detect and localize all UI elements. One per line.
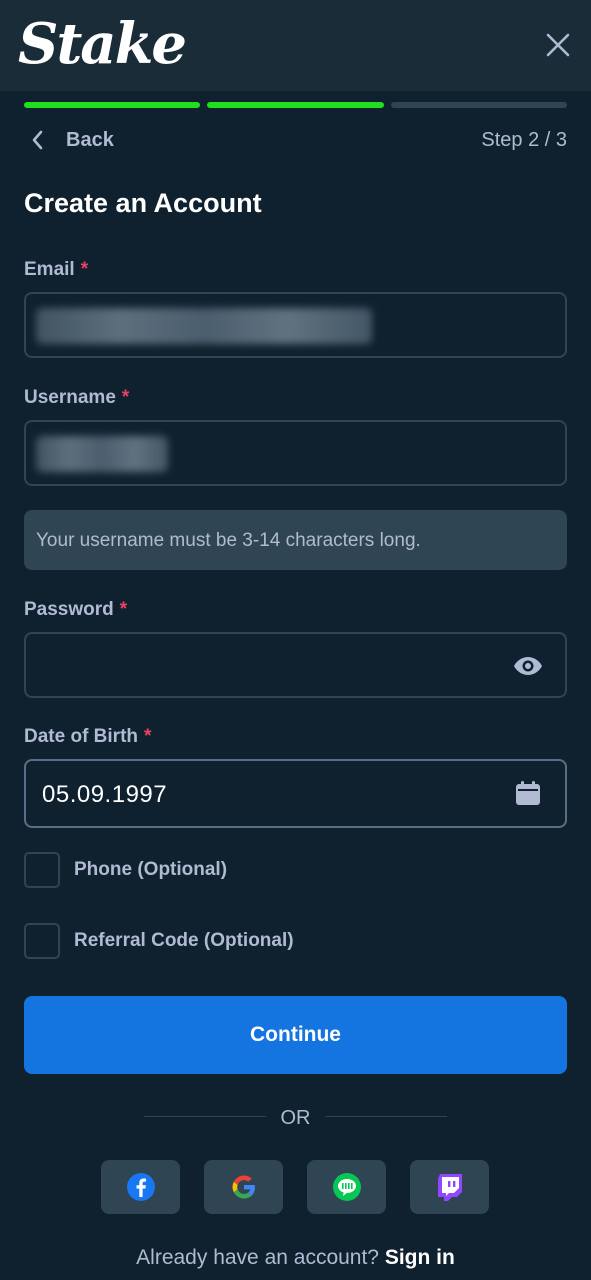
required-mark: * bbox=[121, 387, 130, 408]
progress-segment-3 bbox=[390, 102, 567, 108]
required-mark: * bbox=[144, 726, 152, 747]
phone-optional-checkbox[interactable]: Phone (Optional) bbox=[24, 852, 227, 888]
checkbox[interactable] bbox=[24, 852, 60, 888]
username-field[interactable] bbox=[24, 420, 567, 486]
line-icon bbox=[332, 1173, 361, 1201]
redacted-username-value bbox=[36, 436, 168, 472]
twitch-login-button[interactable] bbox=[410, 1160, 489, 1214]
required-mark: * bbox=[119, 599, 128, 620]
stake-logo[interactable]: Stake bbox=[18, 6, 187, 82]
password-label: Password * bbox=[24, 598, 127, 622]
required-mark: * bbox=[80, 259, 89, 280]
progress-segment-1 bbox=[24, 102, 201, 108]
top-bar: Stake bbox=[0, 0, 591, 91]
username-label-text: Username bbox=[24, 387, 116, 408]
dob-label-text: Date of Birth bbox=[24, 726, 138, 747]
twitch-icon bbox=[437, 1174, 462, 1201]
sign-in-link[interactable]: Sign in bbox=[385, 1246, 455, 1269]
sign-in-question: Already have an account? bbox=[136, 1246, 379, 1269]
sign-in-prompt: Already have an account? Sign in bbox=[0, 1244, 591, 1272]
or-divider-text: OR bbox=[280, 1107, 311, 1129]
facebook-login-button[interactable] bbox=[101, 1160, 180, 1214]
email-field[interactable] bbox=[24, 292, 567, 358]
google-icon bbox=[232, 1175, 255, 1199]
phone-optional-label: Phone (Optional) bbox=[74, 859, 228, 880]
page-title: Create an Account bbox=[24, 188, 262, 218]
eye-icon[interactable] bbox=[510, 648, 546, 684]
email-label: Email * bbox=[24, 258, 88, 282]
progress-segment-2 bbox=[207, 102, 384, 108]
back-label: Back bbox=[66, 128, 114, 151]
google-login-button[interactable] bbox=[204, 1160, 283, 1214]
referral-code-checkbox[interactable]: Referral Code (Optional) bbox=[24, 923, 294, 959]
username-hint: Your username must be 3-14 characters lo… bbox=[24, 510, 567, 570]
close-icon[interactable] bbox=[538, 26, 578, 66]
chevron-left-icon bbox=[32, 130, 43, 150]
line-login-button[interactable] bbox=[307, 1160, 386, 1214]
password-field[interactable] bbox=[24, 632, 567, 698]
referral-code-label: Referral Code (Optional) bbox=[74, 930, 294, 951]
username-label: Username * bbox=[24, 386, 129, 410]
facebook-icon bbox=[126, 1173, 155, 1201]
email-label-text: Email bbox=[24, 259, 75, 280]
redacted-email-value bbox=[36, 308, 372, 344]
password-label-text: Password bbox=[24, 599, 114, 620]
date-of-birth-field[interactable]: 05.09.1997 bbox=[24, 759, 567, 828]
dob-label: Date of Birth * bbox=[24, 725, 151, 749]
step-indicator: Step 2 / 3 bbox=[481, 129, 567, 151]
dob-value: 05.09.1997 bbox=[42, 781, 168, 808]
continue-button[interactable]: Continue bbox=[24, 996, 567, 1074]
calendar-icon[interactable] bbox=[512, 777, 544, 809]
step-progress-bar bbox=[24, 102, 567, 108]
back-button[interactable]: Back bbox=[30, 124, 114, 156]
divider-line-right bbox=[325, 1116, 447, 1117]
checkbox[interactable] bbox=[24, 923, 60, 959]
